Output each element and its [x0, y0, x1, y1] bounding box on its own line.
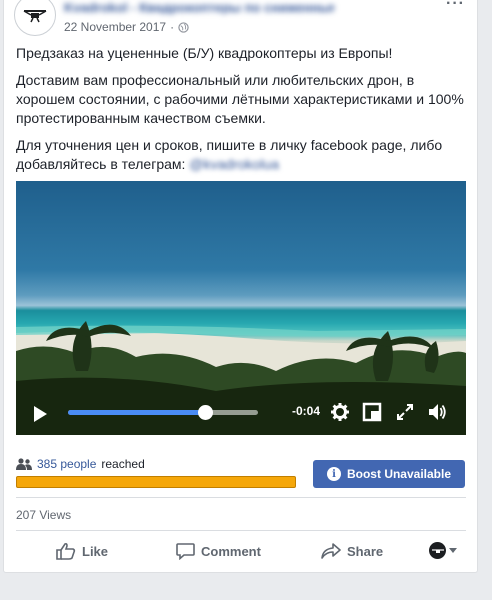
video-progress-knob[interactable] [197, 405, 213, 420]
telegram-handle-link[interactable]: @kvadrokolua [189, 156, 279, 172]
people-reached-link[interactable]: 385 people [37, 457, 96, 471]
beach-scene-image [16, 321, 466, 435]
views-count[interactable]: 207 Views [16, 508, 71, 522]
video-progress-bar[interactable] [68, 405, 258, 420]
play-icon[interactable] [32, 405, 48, 423]
post-date[interactable]: 22 November 2017 [64, 20, 166, 34]
people-icon [16, 458, 32, 470]
like-button[interactable]: Like [56, 538, 108, 564]
boost-label: Boost Unavailable [346, 467, 452, 481]
drone-mini-icon [431, 548, 444, 553]
post-meta: 22 November 2017 · [64, 20, 189, 34]
reach-summary: 385 people reached [16, 457, 145, 471]
chevron-down-icon [449, 548, 457, 553]
post-card: Kvadrokol - Квадрокоптеры по сниженным ц… [3, 0, 478, 573]
comment-label: Comment [201, 543, 261, 559]
drone-logo-icon [23, 10, 47, 23]
settings-gear-icon[interactable] [330, 402, 350, 422]
meta-separator: · [170, 20, 175, 34]
video-progress-fill [68, 410, 205, 415]
comment-button[interactable]: Comment [176, 538, 261, 564]
share-label: Share [347, 543, 384, 559]
share-button[interactable]: Share [321, 538, 383, 564]
page-avatar[interactable] [14, 0, 56, 36]
boost-unavailable-button[interactable]: i Boost Unavailable [313, 460, 465, 488]
post-paragraph: Предзаказ на уцененные (Б/У) квадрокопте… [16, 45, 393, 61]
share-arrow-icon [321, 543, 341, 559]
page-name-link[interactable]: Kvadrokol - Квадрокоптеры по сниженным ц… [64, 0, 334, 14]
video-time-remaining: -0:04 [292, 404, 321, 418]
reach-bar [16, 476, 296, 488]
picture-in-picture-icon[interactable] [362, 402, 382, 422]
divider [16, 530, 466, 531]
post-paragraph: Для уточнения цен и сроков, пишите в лич… [16, 137, 443, 172]
reached-label: reached [101, 457, 145, 471]
video-player[interactable]: -0:04 [16, 181, 466, 435]
more-options-icon[interactable]: ··· [446, 0, 465, 12]
globe-icon[interactable] [178, 21, 189, 33]
info-icon: i [326, 467, 341, 481]
volume-icon[interactable] [427, 402, 447, 422]
post-as-selector[interactable] [429, 542, 457, 559]
mini-avatar [429, 542, 446, 559]
post-text: Предзаказ на уцененные (Б/У) квадрокопте… [16, 44, 466, 182]
divider [16, 497, 466, 498]
post-paragraph: Доставим вам профессиональный или любите… [16, 72, 464, 126]
like-label: Like [82, 543, 109, 559]
comment-icon [176, 543, 195, 560]
fullscreen-icon[interactable] [395, 402, 415, 422]
thumbs-up-icon [56, 542, 76, 560]
